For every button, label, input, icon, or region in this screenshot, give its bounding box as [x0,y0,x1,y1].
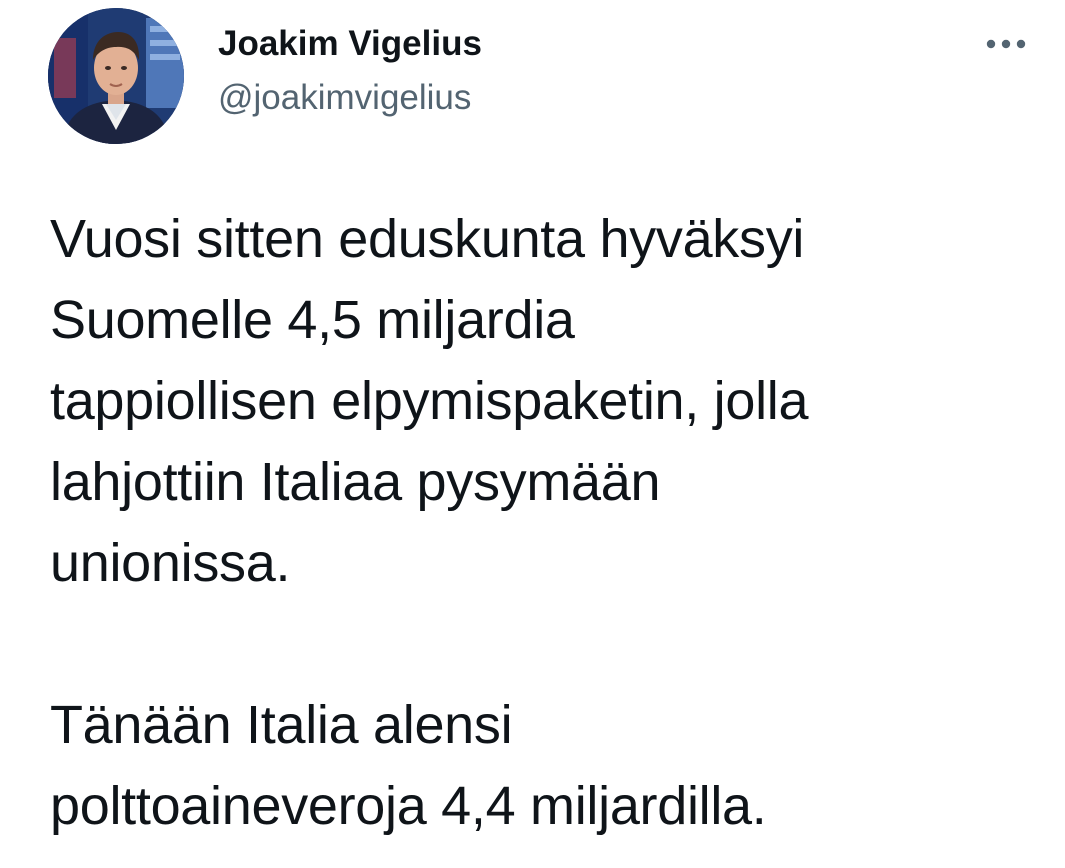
profile-photo-icon [48,8,184,144]
tweet-paragraph: Tänään Italia alensi polttoaineveroja 4,… [50,685,1040,847]
tweet-line: Suomelle 4,5 miljardia [50,290,575,350]
tweet-text: Vuosi sitten eduskunta hyväksyi Suomelle… [50,199,1040,847]
more-horizontal-icon [986,39,1026,49]
tweet-line: tappiollisen elpymispaketin, jolla [50,371,809,431]
tweet-line: Tänään Italia alensi [50,695,513,755]
author-avatar[interactable] [48,8,184,144]
tweet-card: Joakim Vigelius @joakimvigelius Vuosi si… [0,0,1065,868]
tweet-line: Vuosi sitten eduskunta hyväksyi [50,209,805,269]
more-options-button[interactable] [978,26,1034,62]
author-handle[interactable]: @joakimvigelius [218,76,471,120]
tweet-line: polttoaineveroja 4,4 miljardilla. [50,776,767,836]
tweet-line: lahjottiin Italiaa pysymään [50,452,661,512]
author-display-name[interactable]: Joakim Vigelius [218,22,482,66]
tweet-paragraph: Vuosi sitten eduskunta hyväksyi Suomelle… [50,199,1040,604]
tweet-line: unionissa. [50,533,291,593]
